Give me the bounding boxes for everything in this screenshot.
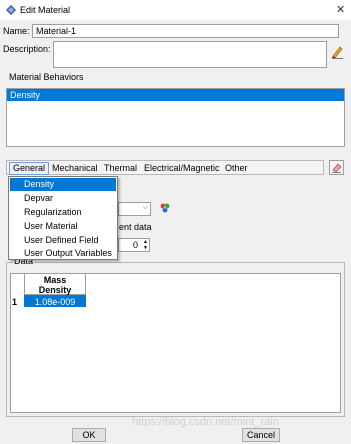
watermark-text: https://blog.csdn.net/mint_rain xyxy=(132,416,279,428)
name-input[interactable]: Material-1 xyxy=(32,24,339,38)
column-header-line2: Density xyxy=(38,285,72,295)
field-variables-spinner[interactable]: 0 ▲ ▼ xyxy=(118,238,150,252)
behavior-menubar: General Mechanical Thermal Electrical/Ma… xyxy=(6,160,324,175)
name-label: Name: xyxy=(3,26,30,36)
menu-item-density[interactable]: Density xyxy=(10,178,116,191)
material-behaviors-label: Material Behaviors xyxy=(9,72,84,82)
window-title: Edit Material xyxy=(20,5,71,15)
density-type-select[interactable]: ⌵ xyxy=(118,202,151,216)
menu-item-regularization[interactable]: Regularization xyxy=(10,206,116,219)
color-palette-icon[interactable] xyxy=(159,202,171,214)
spinner-down-icon[interactable]: ▼ xyxy=(143,245,148,251)
temperature-dependent-label: ent data xyxy=(119,222,152,232)
close-icon[interactable]: ✕ xyxy=(336,3,345,16)
pencil-icon[interactable] xyxy=(330,45,344,59)
menu-electrical-magnetic[interactable]: Electrical/Magnetic xyxy=(144,163,220,173)
menu-other[interactable]: Other xyxy=(225,163,248,173)
title-bar: Edit Material ✕ xyxy=(0,0,351,20)
ok-button[interactable]: OK xyxy=(72,428,106,442)
description-label: Description: xyxy=(3,44,51,54)
general-menu-dropdown: Density Depvar Regularization User Mater… xyxy=(8,176,118,260)
menu-item-user-material[interactable]: User Material xyxy=(10,220,116,233)
menu-item-depvar[interactable]: Depvar xyxy=(10,192,116,205)
menu-item-user-output-variables[interactable]: User Output Variables xyxy=(10,247,116,260)
column-header-line1: Mass xyxy=(43,275,67,285)
cancel-button[interactable]: Cancel xyxy=(242,428,280,442)
description-input[interactable] xyxy=(53,41,327,68)
chevron-down-icon: ⌵ xyxy=(142,204,149,211)
row-number: 1 xyxy=(12,297,18,307)
menu-general[interactable]: General xyxy=(9,162,50,175)
eraser-icon xyxy=(332,163,342,173)
behavior-item-density[interactable]: Density xyxy=(7,89,344,101)
menu-mechanical[interactable]: Mechanical xyxy=(52,163,98,173)
delete-behavior-button[interactable] xyxy=(329,160,344,175)
spinner-value: 0 xyxy=(132,240,138,250)
column-header-mass-density: Mass Density xyxy=(24,273,86,295)
table-cell-density[interactable]: 1.08e-009 xyxy=(24,295,86,307)
abaqus-app-icon xyxy=(6,5,16,15)
menu-item-user-defined-field[interactable]: User Defined Field xyxy=(10,234,116,247)
menu-thermal[interactable]: Thermal xyxy=(104,163,137,173)
